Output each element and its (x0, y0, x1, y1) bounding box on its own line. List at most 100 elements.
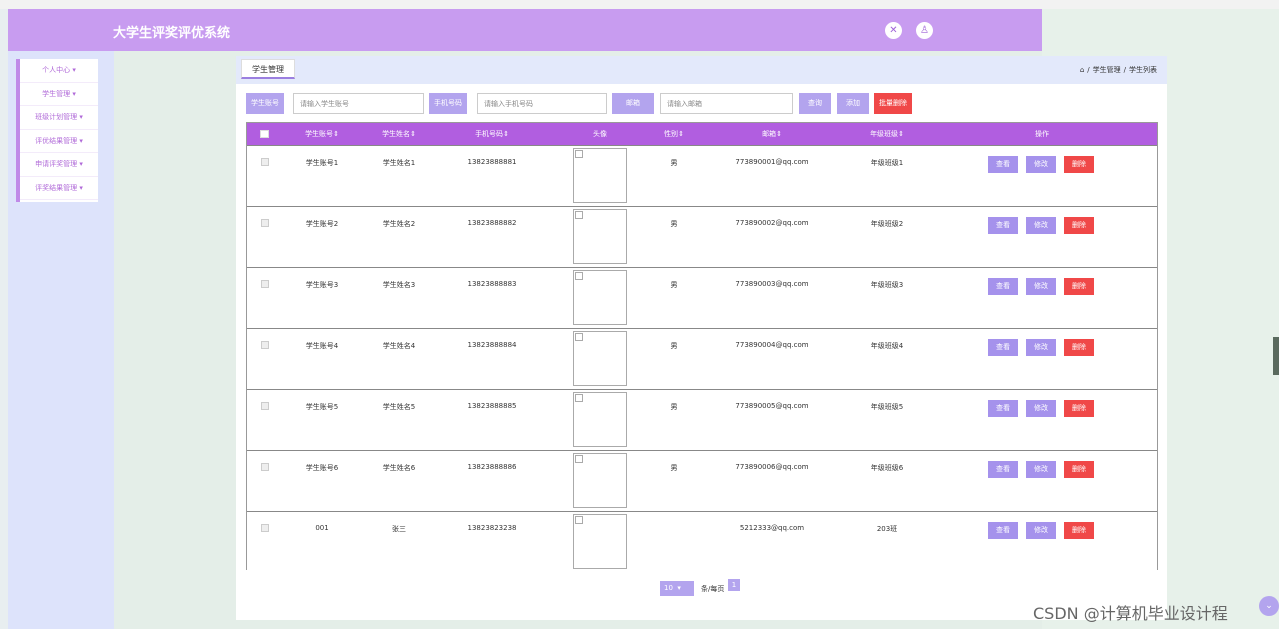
delete-button[interactable]: 删除 (1064, 278, 1094, 295)
view-button[interactable]: 查看 (988, 522, 1018, 539)
view-button[interactable]: 查看 (988, 156, 1018, 173)
broken-image-icon (575, 516, 583, 524)
avatar (573, 209, 627, 264)
page-size-select[interactable]: 10 ▾ (660, 581, 694, 596)
tab-bar: 学生管理 ⌂ / 学生管理 / 学生列表 (236, 56, 1167, 84)
fullscreen-icon[interactable]: ✕ (885, 22, 902, 39)
delete-button[interactable]: 删除 (1064, 522, 1094, 539)
edit-button[interactable]: 修改 (1026, 278, 1056, 295)
cell-name: 张三 (392, 525, 406, 533)
edit-button[interactable]: 修改 (1026, 339, 1056, 356)
cell-name: 学生姓名2 (382, 220, 416, 228)
batch-delete-button[interactable]: 批量删除 (874, 93, 912, 114)
tab-student-management[interactable]: 学生管理 (241, 59, 295, 79)
chevron-down-icon[interactable]: ⌄ (1259, 596, 1279, 616)
select-all-checkbox[interactable] (260, 130, 269, 138)
edit-button[interactable]: 修改 (1026, 400, 1056, 417)
view-button[interactable]: 查看 (988, 278, 1018, 295)
cell-account: 学生账号4 (305, 342, 339, 350)
edit-button[interactable]: 修改 (1026, 522, 1056, 539)
sidebar-item-class-plan[interactable]: 班级计划管理 ▾ (20, 106, 98, 130)
cell-account: 001 (315, 524, 329, 532)
sidebar-item-award-results[interactable]: 评奖结果管理 ▾ (20, 177, 98, 200)
view-button[interactable]: 查看 (988, 339, 1018, 356)
column-header[interactable]: 手机号码⇕ (447, 123, 537, 145)
cell-name: 学生姓名3 (382, 281, 416, 289)
row-checkbox[interactable] (261, 280, 269, 288)
avatar (573, 514, 627, 569)
row-checkbox[interactable] (261, 524, 269, 532)
sidebar-item-students[interactable]: 学生管理 ▾ (20, 83, 98, 106)
sidebar-item-evaluation-results[interactable]: 评优结果管理 ▾ (20, 130, 98, 153)
row-checkbox[interactable] (261, 402, 269, 410)
page-number-1[interactable]: 1 (728, 579, 740, 591)
student-table: 学生账号⇕ 学生姓名⇕ 手机号码⇕ 头像 性别⇕ 邮箱⇕ 年级班级⇕ 操作 学生… (246, 122, 1158, 572)
row-checkbox[interactable] (261, 219, 269, 227)
delete-button[interactable]: 删除 (1064, 156, 1094, 173)
cell-gender: 男 (670, 220, 678, 228)
app-header: 大学生评奖评优系统 ✕ ♙ (8, 9, 1042, 51)
cell-phone: 13823888885 (467, 402, 517, 410)
top-strip (0, 0, 1279, 9)
edit-button[interactable]: 修改 (1026, 217, 1056, 234)
content-panel: 学生管理 ⌂ / 学生管理 / 学生列表 学生账号 请输入学生账号 手机号码 请输入手机… (236, 56, 1167, 620)
side-handle[interactable] (1273, 337, 1279, 375)
view-button[interactable]: 查看 (988, 461, 1018, 478)
delete-button[interactable]: 删除 (1064, 217, 1094, 234)
column-header[interactable]: 性别⇕ (654, 123, 694, 145)
per-page-label: 条/每页 (701, 585, 725, 593)
table-row: 学生账号4 学生姓名4 13823888884 男 773890004@qq.com 年级… (247, 328, 1157, 389)
breadcrumb-item[interactable]: 学生管理 (1093, 66, 1121, 74)
query-button[interactable]: 查询 (799, 93, 831, 114)
cell-gender: 男 (670, 464, 678, 472)
phone-input[interactable]: 请输入手机号码 (477, 93, 607, 114)
delete-button[interactable]: 删除 (1064, 339, 1094, 356)
cell-email: 773890005@qq.com (735, 402, 809, 410)
column-header[interactable]: 学生姓名⇕ (364, 123, 434, 145)
edit-button[interactable]: 修改 (1026, 461, 1056, 478)
row-checkbox[interactable] (261, 158, 269, 166)
cell-phone: 13823888883 (467, 280, 517, 288)
broken-image-icon (575, 333, 583, 341)
cell-gender: 男 (670, 159, 678, 167)
avatar (573, 148, 627, 203)
column-header: 操作 (1035, 130, 1049, 138)
home-icon[interactable]: ⌂ (1080, 66, 1084, 74)
cell-class: 年级班级2 (870, 220, 904, 228)
column-header[interactable]: 邮箱⇕ (712, 123, 832, 145)
avatar (573, 331, 627, 386)
sidebar: 个人中心 ▾ 学生管理 ▾ 班级计划管理 ▾ 评优结果管理 ▾ 申请评奖管理 ▾… (16, 59, 98, 202)
email-input[interactable]: 请输入邮箱 (660, 93, 793, 114)
sidebar-item-profile[interactable]: 个人中心 ▾ (20, 59, 98, 83)
row-checkbox[interactable] (261, 463, 269, 471)
table-row: 学生账号1 学生姓名1 13823888881 男 773890001@qq.com 年级… (247, 145, 1157, 206)
cell-class: 年级班级1 (870, 159, 904, 167)
cell-account: 学生账号3 (305, 281, 339, 289)
account-input[interactable]: 请输入学生账号 (293, 93, 424, 114)
cell-email: 773890001@qq.com (735, 158, 809, 166)
broken-image-icon (575, 150, 583, 158)
cell-phone: 13823888882 (467, 219, 517, 227)
delete-button[interactable]: 删除 (1064, 400, 1094, 417)
cell-email: 773890004@qq.com (735, 341, 809, 349)
view-button[interactable]: 查看 (988, 400, 1018, 417)
sidebar-item-award-applications[interactable]: 申请评奖管理 ▾ (20, 153, 98, 177)
cell-account: 学生账号1 (305, 159, 339, 167)
delete-button[interactable]: 删除 (1064, 461, 1094, 478)
row-checkbox[interactable] (261, 341, 269, 349)
table-row: 学生账号2 学生姓名2 13823888882 男 773890002@qq.com 年级… (247, 206, 1157, 267)
column-header[interactable]: 学生账号⇕ (287, 123, 357, 145)
cell-phone: 13823888886 (467, 463, 517, 471)
cell-class: 203班 (876, 525, 898, 533)
edit-button[interactable]: 修改 (1026, 156, 1056, 173)
user-icon[interactable]: ♙ (916, 22, 933, 39)
view-button[interactable]: 查看 (988, 217, 1018, 234)
cell-gender: 男 (670, 403, 678, 411)
cell-gender: 男 (670, 342, 678, 350)
add-button[interactable]: 添加 (837, 93, 869, 114)
cell-name: 学生姓名1 (382, 159, 416, 167)
table-row: 001 张三 13823823238 5212333@qq.com 203班 查看 修改 删除 (247, 511, 1157, 572)
cell-account: 学生账号6 (305, 464, 339, 472)
email-label: 邮箱 (612, 93, 654, 114)
column-header[interactable]: 年级班级⇕ (847, 123, 927, 145)
